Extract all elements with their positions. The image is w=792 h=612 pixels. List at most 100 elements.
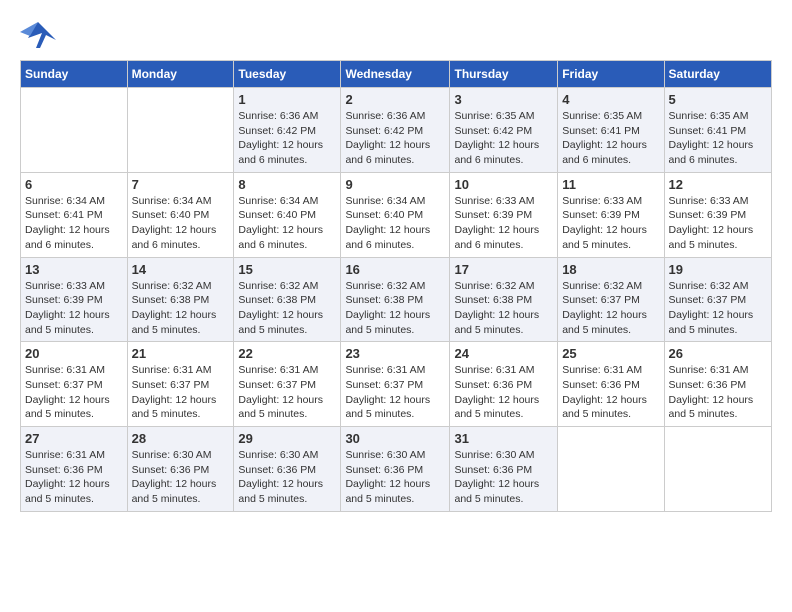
day-number: 24 bbox=[454, 346, 553, 361]
calendar-week-1: 1 Sunrise: 6:36 AM Sunset: 6:42 PM Daylig… bbox=[21, 88, 772, 173]
day-info: Sunrise: 6:33 AM Sunset: 6:39 PM Dayligh… bbox=[562, 194, 659, 253]
calendar-cell: 2 Sunrise: 6:36 AM Sunset: 6:42 PM Daylig… bbox=[341, 88, 450, 173]
day-info: Sunrise: 6:32 AM Sunset: 6:37 PM Dayligh… bbox=[669, 279, 767, 338]
day-info: Sunrise: 6:35 AM Sunset: 6:41 PM Dayligh… bbox=[562, 109, 659, 168]
day-number: 2 bbox=[345, 92, 445, 107]
day-info: Sunrise: 6:33 AM Sunset: 6:39 PM Dayligh… bbox=[669, 194, 767, 253]
day-number: 8 bbox=[238, 177, 336, 192]
calendar-cell: 28Sunrise: 6:30 AM Sunset: 6:36 PM Dayli… bbox=[127, 427, 234, 512]
day-info: Sunrise: 6:32 AM Sunset: 6:38 PM Dayligh… bbox=[345, 279, 445, 338]
day-number: 21 bbox=[132, 346, 230, 361]
calendar-cell bbox=[127, 88, 234, 173]
header-friday: Friday bbox=[558, 61, 664, 88]
day-number: 18 bbox=[562, 262, 659, 277]
day-number: 12 bbox=[669, 177, 767, 192]
calendar-cell: 25 Sunrise: 6:31 AM Sunset: 6:36 PM Dayli… bbox=[558, 342, 664, 427]
day-info: Sunrise: 6:34 AM Sunset: 6:41 PM Dayligh… bbox=[25, 194, 123, 253]
calendar-cell: 31Sunrise: 6:30 AM Sunset: 6:36 PM Dayli… bbox=[450, 427, 558, 512]
day-info: Sunrise: 6:33 AM Sunset: 6:39 PM Dayligh… bbox=[25, 279, 123, 338]
day-info: Sunrise: 6:32 AM Sunset: 6:37 PM Dayligh… bbox=[562, 279, 659, 338]
calendar-cell: 17 Sunrise: 6:32 AM Sunset: 6:38 PM Dayli… bbox=[450, 257, 558, 342]
calendar-cell: 13 Sunrise: 6:33 AM Sunset: 6:39 PM Dayli… bbox=[21, 257, 128, 342]
day-number: 26 bbox=[669, 346, 767, 361]
day-number: 1 bbox=[238, 92, 336, 107]
day-info: Sunrise: 6:35 AM Sunset: 6:41 PM Dayligh… bbox=[669, 109, 767, 168]
day-number: 6 bbox=[25, 177, 123, 192]
day-number: 28 bbox=[132, 431, 230, 446]
header-monday: Monday bbox=[127, 61, 234, 88]
day-number: 13 bbox=[25, 262, 123, 277]
day-number: 30 bbox=[345, 431, 445, 446]
calendar-cell: 29 Sunrise: 6:30 AM Sunset: 6:36 PM Dayli… bbox=[234, 427, 341, 512]
calendar-cell: 5 Sunrise: 6:35 AM Sunset: 6:41 PM Daylig… bbox=[664, 88, 771, 173]
calendar-cell bbox=[664, 427, 771, 512]
calendar-cell: 10 Sunrise: 6:33 AM Sunset: 6:39 PM Dayli… bbox=[450, 172, 558, 257]
day-number: 11 bbox=[562, 177, 659, 192]
day-info: Sunrise: 6:31 AM Sunset: 6:37 PM Dayligh… bbox=[345, 363, 445, 422]
calendar-cell: 20 Sunrise: 6:31 AM Sunset: 6:37 PM Dayli… bbox=[21, 342, 128, 427]
day-info: Sunrise: 6:32 AM Sunset: 6:38 PM Dayligh… bbox=[132, 279, 230, 338]
header-saturday: Saturday bbox=[664, 61, 771, 88]
day-info: Sunrise: 6:32 AM Sunset: 6:38 PM Dayligh… bbox=[454, 279, 553, 338]
calendar-cell bbox=[558, 427, 664, 512]
logo-icon bbox=[20, 20, 56, 50]
header-tuesday: Tuesday bbox=[234, 61, 341, 88]
day-info: Sunrise: 6:31 AM Sunset: 6:37 PM Dayligh… bbox=[132, 363, 230, 422]
day-info: Sunrise: 6:30 AM Sunset: 6:36 PM Dayligh… bbox=[238, 448, 336, 507]
calendar-cell: 11 Sunrise: 6:33 AM Sunset: 6:39 PM Dayli… bbox=[558, 172, 664, 257]
day-info: Sunrise: 6:31 AM Sunset: 6:37 PM Dayligh… bbox=[25, 363, 123, 422]
day-info: Sunrise: 6:32 AM Sunset: 6:38 PM Dayligh… bbox=[238, 279, 336, 338]
day-number: 27 bbox=[25, 431, 123, 446]
day-info: Sunrise: 6:31 AM Sunset: 6:36 PM Dayligh… bbox=[454, 363, 553, 422]
day-number: 20 bbox=[25, 346, 123, 361]
calendar-cell: 1 Sunrise: 6:36 AM Sunset: 6:42 PM Daylig… bbox=[234, 88, 341, 173]
day-number: 4 bbox=[562, 92, 659, 107]
calendar-cell: 27 Sunrise: 6:31 AM Sunset: 6:36 PM Dayli… bbox=[21, 427, 128, 512]
day-info: Sunrise: 6:33 AM Sunset: 6:39 PM Dayligh… bbox=[454, 194, 553, 253]
calendar-cell: 15Sunrise: 6:32 AM Sunset: 6:38 PM Dayli… bbox=[234, 257, 341, 342]
calendar-cell: 22 Sunrise: 6:31 AM Sunset: 6:37 PM Dayli… bbox=[234, 342, 341, 427]
day-number: 25 bbox=[562, 346, 659, 361]
calendar-table: SundayMondayTuesdayWednesdayThursdayFrid… bbox=[20, 60, 772, 512]
calendar-cell: 3Sunrise: 6:35 AM Sunset: 6:42 PM Daylig… bbox=[450, 88, 558, 173]
calendar-week-2: 6 Sunrise: 6:34 AM Sunset: 6:41 PM Daylig… bbox=[21, 172, 772, 257]
day-number: 14 bbox=[132, 262, 230, 277]
day-number: 5 bbox=[669, 92, 767, 107]
calendar-cell: 30 Sunrise: 6:30 AM Sunset: 6:36 PM Dayli… bbox=[341, 427, 450, 512]
header-thursday: Thursday bbox=[450, 61, 558, 88]
calendar-cell: 4 Sunrise: 6:35 AM Sunset: 6:41 PM Daylig… bbox=[558, 88, 664, 173]
calendar-cell: 21 Sunrise: 6:31 AM Sunset: 6:37 PM Dayli… bbox=[127, 342, 234, 427]
calendar-cell: 7 Sunrise: 6:34 AM Sunset: 6:40 PM Daylig… bbox=[127, 172, 234, 257]
day-number: 22 bbox=[238, 346, 336, 361]
day-info: Sunrise: 6:31 AM Sunset: 6:36 PM Dayligh… bbox=[25, 448, 123, 507]
day-info: Sunrise: 6:31 AM Sunset: 6:36 PM Dayligh… bbox=[562, 363, 659, 422]
day-number: 3 bbox=[454, 92, 553, 107]
day-info: Sunrise: 6:31 AM Sunset: 6:37 PM Dayligh… bbox=[238, 363, 336, 422]
day-number: 17 bbox=[454, 262, 553, 277]
day-number: 29 bbox=[238, 431, 336, 446]
day-number: 10 bbox=[454, 177, 553, 192]
day-info: Sunrise: 6:34 AM Sunset: 6:40 PM Dayligh… bbox=[238, 194, 336, 253]
calendar-cell: 19 Sunrise: 6:32 AM Sunset: 6:37 PM Dayli… bbox=[664, 257, 771, 342]
calendar-week-3: 13 Sunrise: 6:33 AM Sunset: 6:39 PM Dayli… bbox=[21, 257, 772, 342]
day-number: 7 bbox=[132, 177, 230, 192]
calendar-cell: 14 Sunrise: 6:32 AM Sunset: 6:38 PM Dayli… bbox=[127, 257, 234, 342]
calendar-week-5: 27 Sunrise: 6:31 AM Sunset: 6:36 PM Dayli… bbox=[21, 427, 772, 512]
day-number: 23 bbox=[345, 346, 445, 361]
day-info: Sunrise: 6:30 AM Sunset: 6:36 PM Dayligh… bbox=[345, 448, 445, 507]
header-wednesday: Wednesday bbox=[341, 61, 450, 88]
calendar-cell: 12 Sunrise: 6:33 AM Sunset: 6:39 PM Dayli… bbox=[664, 172, 771, 257]
day-number: 16 bbox=[345, 262, 445, 277]
calendar-cell: 26Sunrise: 6:31 AM Sunset: 6:36 PM Dayli… bbox=[664, 342, 771, 427]
day-info: Sunrise: 6:36 AM Sunset: 6:42 PM Dayligh… bbox=[345, 109, 445, 168]
calendar-cell: 6 Sunrise: 6:34 AM Sunset: 6:41 PM Daylig… bbox=[21, 172, 128, 257]
calendar-week-4: 20 Sunrise: 6:31 AM Sunset: 6:37 PM Dayli… bbox=[21, 342, 772, 427]
day-info: Sunrise: 6:30 AM Sunset: 6:36 PM Dayligh… bbox=[454, 448, 553, 507]
day-info: Sunrise: 6:36 AM Sunset: 6:42 PM Dayligh… bbox=[238, 109, 336, 168]
day-info: Sunrise: 6:34 AM Sunset: 6:40 PM Dayligh… bbox=[132, 194, 230, 253]
day-number: 19 bbox=[669, 262, 767, 277]
day-number: 9 bbox=[345, 177, 445, 192]
day-info: Sunrise: 6:34 AM Sunset: 6:40 PM Dayligh… bbox=[345, 194, 445, 253]
calendar-cell: 23 Sunrise: 6:31 AM Sunset: 6:37 PM Dayli… bbox=[341, 342, 450, 427]
calendar-cell: 8 Sunrise: 6:34 AM Sunset: 6:40 PM Daylig… bbox=[234, 172, 341, 257]
